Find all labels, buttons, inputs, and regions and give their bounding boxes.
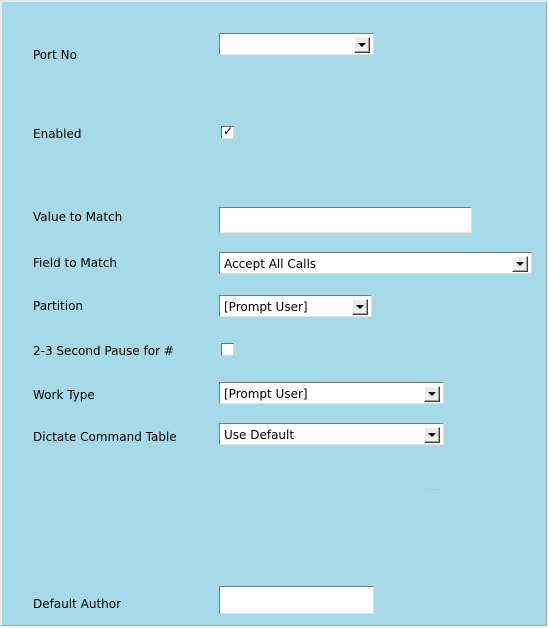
partition-dropdown[interactable]: [Prompt User]: [219, 295, 372, 317]
partition-label: Partition: [33, 299, 84, 313]
check-icon: ✓: [223, 124, 234, 138]
artifact: [37, 82, 40, 83]
work-type-dropdown-button[interactable]: [424, 386, 440, 402]
dictate-command-table-dropdown-button[interactable]: [424, 427, 440, 443]
field-to-match-dropdown[interactable]: Accept All Calls: [219, 252, 532, 274]
default-author-label: Default Author: [33, 597, 122, 611]
work-type-value: [Prompt User]: [224, 387, 308, 401]
artifact: [136, 510, 139, 511]
partition-dropdown-button[interactable]: [352, 299, 368, 315]
port-no-dropdown-button[interactable]: [354, 37, 370, 53]
chevron-down-icon: [428, 433, 436, 437]
value-to-match-input[interactable]: [219, 207, 472, 233]
work-type-dropdown[interactable]: [Prompt User]: [219, 382, 444, 404]
enabled-checkbox[interactable]: ✓: [221, 124, 234, 139]
partition-value: [Prompt User]: [224, 300, 308, 314]
settings-panel: Port No Enabled ✓ Value to Match Field t…: [0, 0, 547, 626]
port-no-label: Port No: [33, 48, 77, 62]
enabled-label: Enabled: [33, 127, 82, 141]
dictate-command-table-dropdown[interactable]: Use Default: [219, 423, 444, 445]
field-to-match-dropdown-button[interactable]: [512, 256, 528, 272]
artifact: [58, 82, 61, 83]
port-no-dropdown[interactable]: [219, 33, 374, 55]
pause-checkbox[interactable]: [221, 343, 234, 356]
field-to-match-label: Field to Match: [33, 256, 117, 270]
default-author-input[interactable]: [219, 586, 374, 614]
dictate-command-table-value: Use Default: [224, 428, 295, 442]
artifact: [158, 510, 161, 511]
work-type-label: Work Type: [33, 388, 95, 402]
pause-label: 2-3 Second Pause for #: [33, 344, 174, 358]
field-to-match-value: Accept All Calls: [224, 257, 317, 271]
value-to-match-label: Value to Match: [33, 210, 123, 224]
artifact: [428, 489, 440, 490]
chevron-down-icon: [516, 262, 524, 266]
chevron-down-icon: [356, 305, 364, 309]
chevron-down-icon: [428, 392, 436, 396]
chevron-down-icon: [358, 43, 366, 47]
dictate-command-table-label: Dictate Command Table: [33, 430, 177, 444]
